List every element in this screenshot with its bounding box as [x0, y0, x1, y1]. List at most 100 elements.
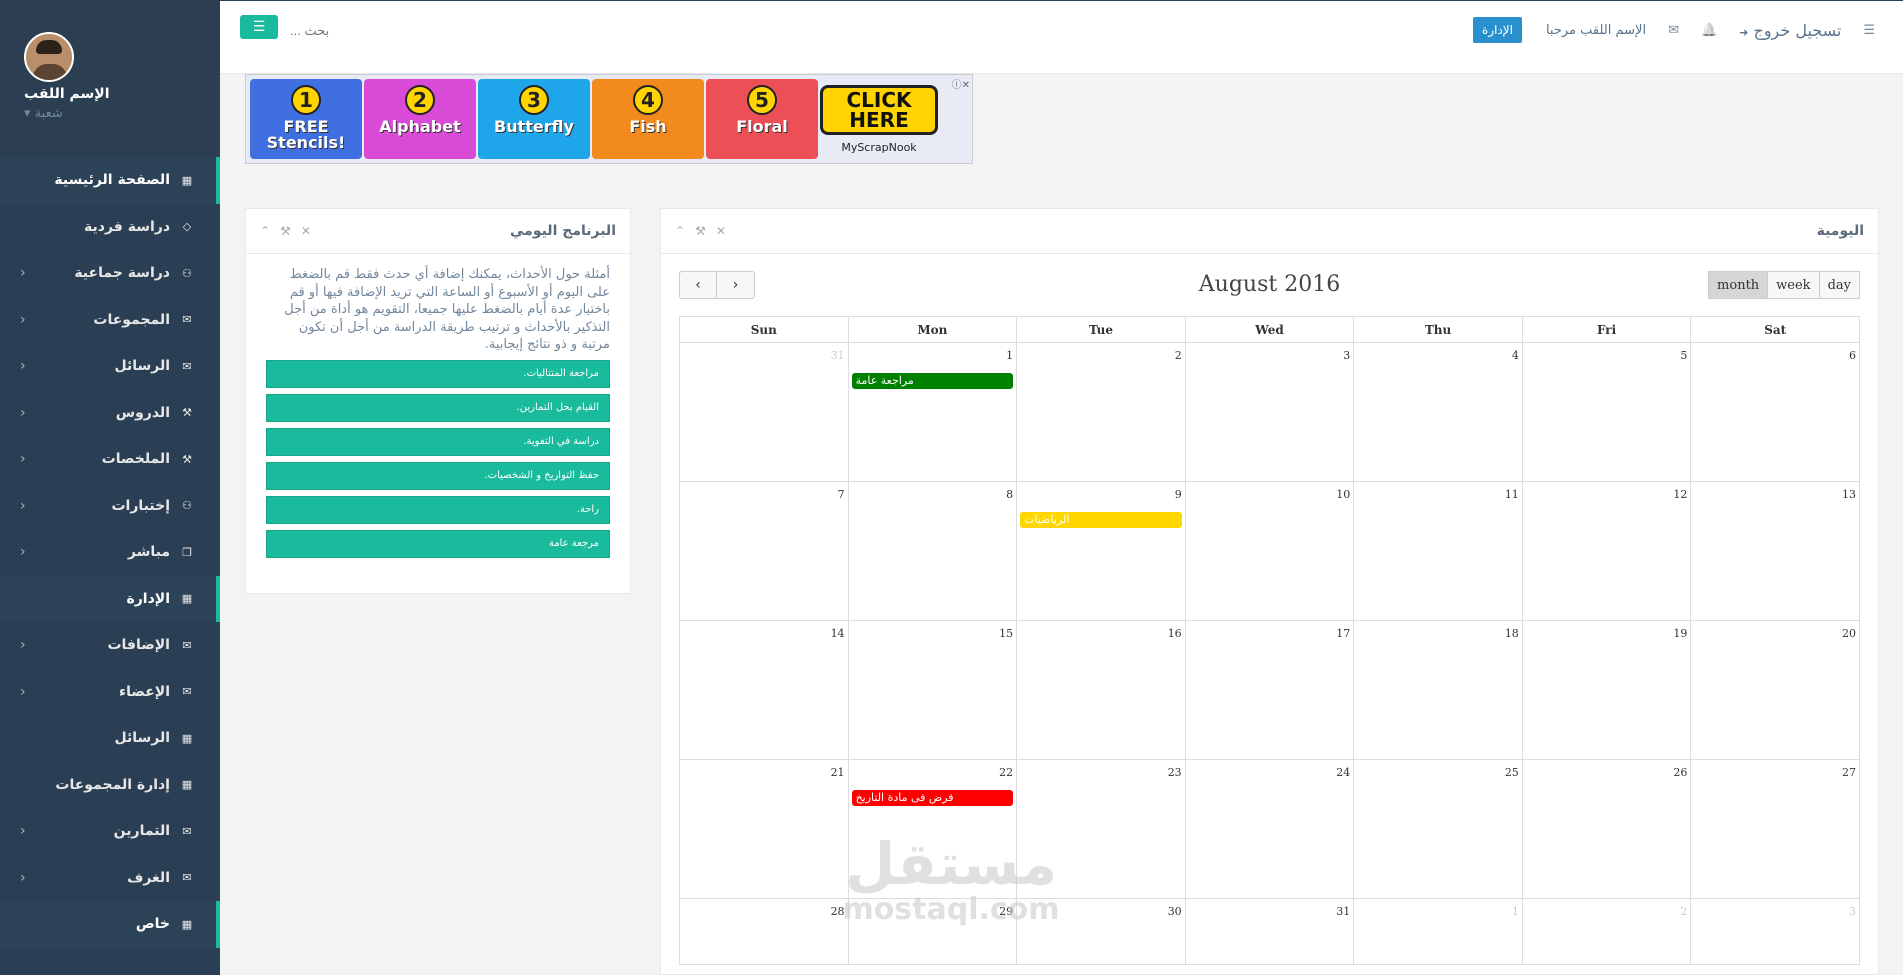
ad-click-here-button[interactable]: CLICK HERE MyScrapNook — [820, 77, 938, 161]
bell-icon[interactable]: 🔔 — [1701, 23, 1717, 38]
logout-link[interactable]: ➜ تسجيل خروج — [1739, 21, 1841, 40]
sidebar-item[interactable]: ✉ الإعضاء ‹ — [0, 669, 220, 716]
wrench-icon[interactable]: ⚒ — [280, 224, 291, 238]
sidebar-item[interactable]: ✉ الغرف ‹ — [0, 855, 220, 902]
day-number: 16 — [1167, 627, 1182, 640]
day-cell[interactable]: 16 — [1016, 620, 1186, 760]
ad-close-icon[interactable]: ⓘ✕ — [952, 76, 970, 91]
sidebar-item-label: الرسائل — [114, 730, 170, 747]
day-cell[interactable]: 5 — [1521, 342, 1692, 482]
day-cell[interactable]: 27 — [1690, 759, 1860, 899]
day-cell[interactable]: 8 — [847, 481, 1018, 621]
sidebar-item-content: ❐ مباشر — [128, 544, 194, 560]
view-month-button[interactable]: month — [1708, 271, 1769, 299]
ad-category-button[interactable]: 3 Butterfly — [478, 79, 590, 159]
sidebar-item[interactable]: ▦ خاص — [0, 901, 220, 948]
sidebar-item[interactable]: ▦ الرسائل — [0, 715, 220, 762]
chevron-up-icon[interactable]: ⌃ — [675, 224, 685, 238]
day-cell[interactable]: 31 — [679, 342, 849, 482]
day-cell[interactable]: 3 — [1184, 342, 1355, 482]
day-cell[interactable]: 18 — [1353, 620, 1523, 760]
day-cell[interactable]: 25 — [1353, 759, 1523, 899]
day-cell[interactable]: 4 — [1353, 342, 1523, 482]
envelope-icon: ✉ — [182, 685, 192, 699]
day-cell[interactable]: 9 الرياضيات — [1016, 481, 1186, 621]
external-event[interactable]: حفظ التواريخ و الشخصيات. — [266, 461, 610, 490]
day-cell[interactable]: 1 مراجعة عامة — [847, 342, 1018, 482]
ad-category-button[interactable]: 5 Floral — [706, 79, 818, 159]
day-number: 11 — [1504, 488, 1519, 501]
sidebar-item[interactable]: ◇ دراسة فردية — [0, 204, 220, 251]
search-input[interactable] — [290, 19, 550, 41]
external-event[interactable]: مراجعة المتتاليات. — [266, 359, 610, 388]
day-number: 3 — [1343, 349, 1351, 362]
external-event[interactable]: دراسة في التفوية. — [266, 427, 610, 456]
external-event[interactable]: مرجعة عامة — [266, 529, 610, 558]
day-number: 12 — [1673, 488, 1688, 501]
sidebar-item[interactable]: ❐ مباشر ‹ — [0, 529, 220, 576]
day-cell[interactable]: 15 — [847, 620, 1018, 760]
sidebar-item-content: ⚇ دراسة جماعية — [74, 265, 194, 281]
welcome-user-link[interactable]: الإسم اللقب مرحبا — [1546, 23, 1646, 38]
menu-toggle-button[interactable]: ☰ — [240, 15, 278, 39]
day-cell[interactable]: 21 — [679, 759, 849, 899]
day-cell[interactable]: 26 — [1521, 759, 1692, 899]
chevron-left-icon: ‹ — [20, 869, 26, 886]
day-cell[interactable]: 11 — [1353, 481, 1523, 621]
sidebar-item[interactable]: ✉ الرسائل ‹ — [0, 343, 220, 390]
wrench-icon[interactable]: ⚒ — [695, 224, 706, 238]
day-cell[interactable]: 24 — [1184, 759, 1355, 899]
day-cell[interactable]: 7 — [679, 481, 849, 621]
day-cell[interactable]: 3 — [1690, 898, 1860, 965]
day-cell[interactable]: 12 — [1521, 481, 1692, 621]
day-cell[interactable]: 31 — [1184, 898, 1355, 965]
profile-role[interactable]: شعبة ▾ — [24, 106, 63, 121]
sidebar-item[interactable]: ⚒ الدروس ‹ — [0, 390, 220, 437]
sidebar-item[interactable]: ▦ إدارة المجموعات — [0, 762, 220, 809]
day-cell[interactable]: 2 — [1521, 898, 1692, 965]
calendar-event[interactable]: مراجعة عامة — [851, 373, 1014, 389]
ad-category-button[interactable]: 4 Fish — [592, 79, 704, 159]
day-cell[interactable]: 6 — [1690, 342, 1860, 482]
logout-label: تسجيل خروج — [1753, 20, 1842, 40]
calendar-event[interactable]: الرياضيات — [1020, 512, 1182, 528]
external-event[interactable]: راحة. — [266, 495, 610, 524]
sidebar-item[interactable]: ▦ الإدارة — [0, 575, 220, 622]
day-cell[interactable]: 17 — [1184, 620, 1355, 760]
week-row: 14 15 16 17 18 19 20 — [679, 620, 1860, 760]
ad-category-button[interactable]: 1 FREE Stencils! — [250, 79, 362, 159]
sidebar-item[interactable]: ✉ المجموعات ‹ — [0, 297, 220, 344]
admin-button[interactable]: الإدارة — [1473, 17, 1522, 43]
sidebar-item[interactable]: ⚇ دراسة جماعية ‹ — [0, 250, 220, 297]
ad-category-label: Butterfly — [494, 117, 574, 136]
close-icon[interactable]: ✕ — [301, 224, 311, 238]
sidebar-item[interactable]: ✉ التمارين ‹ — [0, 808, 220, 855]
envelope-icon[interactable]: ✉ — [1668, 23, 1679, 38]
sidebar-menu: ▦ الصفحة الرئيسية ◇ دراسة فردية ⚇ دراسة جماعي… — [0, 157, 220, 948]
avatar[interactable] — [24, 32, 74, 82]
view-day-button[interactable]: day — [1819, 271, 1860, 299]
ad-category-button[interactable]: 2 Alphabet — [364, 79, 476, 159]
ad-number-badge: 3 — [519, 85, 549, 115]
day-cell[interactable]: 10 — [1184, 481, 1355, 621]
view-week-button[interactable]: week — [1768, 271, 1820, 299]
grid-icon: ▦ — [181, 731, 193, 745]
sidebar-item[interactable]: ⚒ الملخصات ‹ — [0, 436, 220, 483]
sidebar-item[interactable]: ✉ الإضافات ‹ — [0, 622, 220, 669]
week-row: 7 8 9 الرياضيات 10 11 12 13 — [679, 481, 1860, 621]
list-icon[interactable]: ☰ — [1863, 23, 1875, 38]
ad-banner[interactable]: ⓘ✕ 1 FREE Stencils! 2 Alphabet 3 Butterfly 4 Fi… — [245, 74, 973, 164]
calendar-event[interactable]: فرض فى مادة التاريخ — [851, 790, 1014, 806]
day-cell[interactable]: 13 — [1690, 481, 1860, 621]
sidebar-item[interactable]: ⚇ إختبارات ‹ — [0, 483, 220, 530]
day-cell[interactable]: 1 — [1353, 898, 1523, 965]
day-cell[interactable]: 20 — [1690, 620, 1860, 760]
day-cell[interactable]: 19 — [1521, 620, 1692, 760]
chevron-up-icon[interactable]: ⌃ — [260, 224, 270, 238]
day-cell[interactable]: 14 — [679, 620, 849, 760]
day-cell[interactable]: 2 — [1016, 342, 1186, 482]
day-cell[interactable]: 28 — [679, 898, 849, 965]
external-event[interactable]: القيام بحل التمارين. — [266, 393, 610, 422]
sidebar-item[interactable]: ▦ الصفحة الرئيسية — [0, 157, 220, 204]
close-icon[interactable]: ✕ — [716, 224, 726, 238]
